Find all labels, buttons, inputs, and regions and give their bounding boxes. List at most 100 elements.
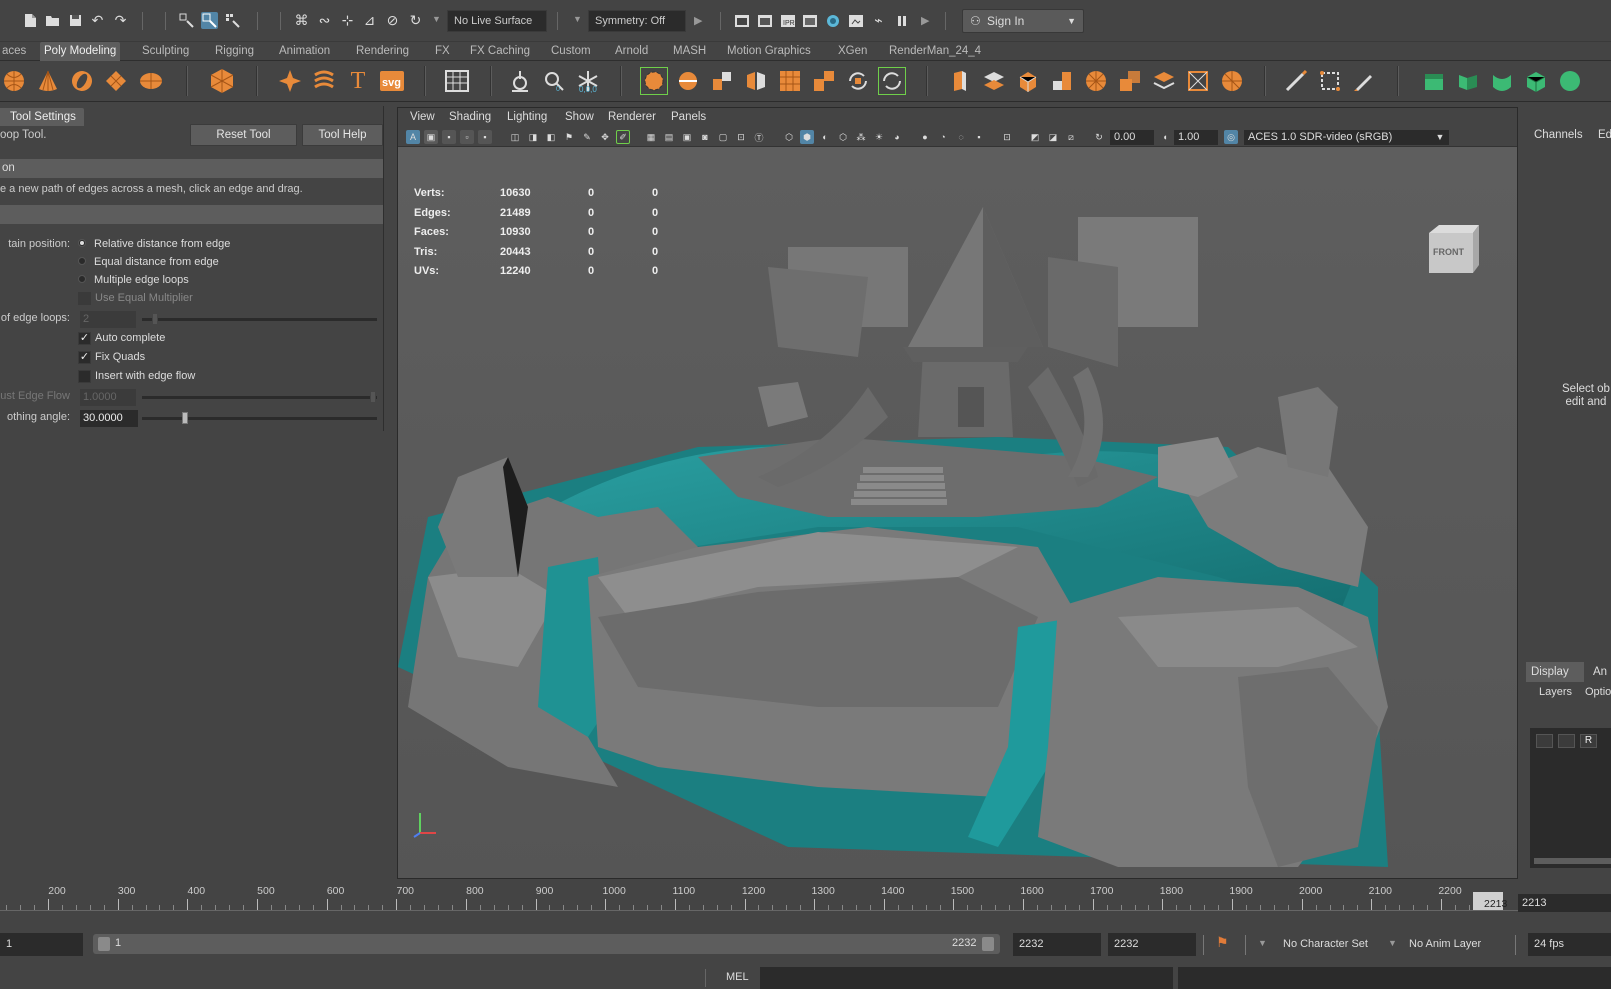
xray-components-icon[interactable]: ⧄ bbox=[1064, 130, 1078, 144]
bookmark-icon[interactable]: ▪ bbox=[442, 130, 456, 144]
sparkle-icon[interactable] bbox=[276, 67, 304, 95]
save-scene-icon[interactable] bbox=[67, 12, 84, 29]
target-weld-icon[interactable] bbox=[1316, 67, 1344, 95]
color-space-dropdown[interactable]: ACES 1.0 SDR-video (sRGB) bbox=[1244, 130, 1449, 145]
shelf-tab-sculpting[interactable]: Sculpting bbox=[138, 42, 193, 61]
poly-torus-icon[interactable] bbox=[68, 67, 96, 95]
end-time-field[interactable]: 2232 bbox=[1108, 933, 1196, 956]
undo-icon[interactable]: ↶ bbox=[89, 12, 106, 29]
poly-plane-icon[interactable] bbox=[102, 67, 130, 95]
edge-loops-field[interactable]: 2 bbox=[80, 311, 136, 328]
wedge-icon[interactable] bbox=[1150, 67, 1178, 95]
reduce-icon[interactable] bbox=[810, 67, 838, 95]
pivot-icon[interactable]: 0 bbox=[540, 67, 568, 95]
ipr-icon[interactable]: IPR bbox=[779, 12, 796, 29]
shelf-tab-fx[interactable]: FX bbox=[431, 42, 454, 61]
tool-help-button[interactable]: Tool Help bbox=[302, 124, 383, 146]
extract-icon[interactable] bbox=[708, 67, 736, 95]
uv-editor-icon[interactable] bbox=[1420, 67, 1448, 95]
snap-view-plane-icon[interactable]: ⊿ bbox=[361, 12, 378, 29]
chevron-right-icon[interactable]: ▶ bbox=[921, 14, 929, 27]
screen-space-ao-icon[interactable]: ● bbox=[918, 130, 932, 144]
mirror-icon[interactable] bbox=[742, 67, 770, 95]
poly-count-icon[interactable] bbox=[443, 67, 471, 95]
image-plane-icon[interactable]: ▫ bbox=[460, 130, 474, 144]
sphere-uv-icon[interactable] bbox=[1556, 67, 1584, 95]
select-camera-icon[interactable]: A bbox=[406, 130, 420, 144]
xray-joints-icon[interactable]: ◪ bbox=[1046, 130, 1060, 144]
adjust-edge-flow-slider[interactable] bbox=[142, 396, 377, 399]
lock-camera-icon[interactable]: ◨ bbox=[526, 130, 540, 144]
gate-mask-icon[interactable]: ◙ bbox=[698, 130, 712, 144]
shelf-tab-rendering[interactable]: Rendering bbox=[352, 42, 413, 61]
description-section-header[interactable]: on bbox=[0, 159, 383, 178]
view-cube[interactable]: FRONT bbox=[1423, 221, 1479, 277]
chevron-down-icon[interactable]: ▼ bbox=[1258, 938, 1267, 948]
render-frame-icon[interactable] bbox=[733, 12, 750, 29]
snap-curve-icon[interactable]: ∾ bbox=[316, 12, 333, 29]
symmetry-field[interactable]: Symmetry: Off bbox=[588, 10, 686, 32]
shelf-tab-arnold[interactable]: Arnold bbox=[611, 42, 652, 61]
grid-icon[interactable]: ▦ bbox=[644, 130, 658, 144]
make-hole-icon[interactable] bbox=[1116, 67, 1144, 95]
snap-point-icon[interactable]: ⊹ bbox=[339, 12, 356, 29]
fps-dropdown[interactable]: 24 fps bbox=[1528, 933, 1611, 956]
separate-icon[interactable] bbox=[674, 67, 702, 95]
chevron-down-icon[interactable]: ▼ bbox=[1388, 938, 1397, 948]
poke-icon[interactable] bbox=[1184, 67, 1212, 95]
open-scene-icon[interactable] bbox=[44, 12, 61, 29]
platonic-solid-icon[interactable] bbox=[208, 67, 236, 95]
planar-uv-icon[interactable] bbox=[1454, 67, 1482, 95]
layer-reference-button[interactable]: R bbox=[1580, 734, 1597, 748]
redo-icon[interactable]: ↷ bbox=[112, 12, 129, 29]
sign-in-button[interactable]: ⚇ Sign In ▼ bbox=[962, 9, 1084, 33]
script-language-toggle[interactable]: MEL bbox=[726, 971, 749, 983]
layer-scrollbar[interactable] bbox=[1534, 858, 1611, 864]
film-gate-icon[interactable]: ◧ bbox=[544, 130, 558, 144]
poly-disk-icon[interactable] bbox=[137, 67, 165, 95]
field-chart-icon[interactable]: ▢ bbox=[716, 130, 730, 144]
adjust-edge-flow-field[interactable]: 1.0000 bbox=[80, 389, 136, 406]
depth-of-field-icon[interactable]: ▪ bbox=[972, 130, 986, 144]
radio-relative-distance[interactable] bbox=[78, 239, 86, 247]
menu-shading[interactable]: Shading bbox=[449, 111, 491, 123]
auto-complete-checkbox[interactable]: ✓ bbox=[78, 332, 91, 345]
shelf-tab-animation[interactable]: Animation bbox=[275, 42, 334, 61]
start-time-field[interactable]: 1 bbox=[0, 933, 83, 956]
menu-renderer[interactable]: Renderer bbox=[608, 111, 656, 123]
retopologize-icon[interactable] bbox=[878, 67, 906, 95]
pencil-icon[interactable]: ✐ bbox=[616, 130, 630, 144]
grease-pencil-icon[interactable]: ✎ bbox=[580, 130, 594, 144]
fill-hole-icon[interactable] bbox=[1082, 67, 1110, 95]
multi-cut-icon[interactable] bbox=[1282, 67, 1310, 95]
exposure-field[interactable]: 0.00 bbox=[1110, 130, 1154, 145]
menu-show[interactable]: Show bbox=[565, 111, 594, 123]
anti-aliasing-icon[interactable]: ◌ bbox=[954, 130, 968, 144]
radio-equal-distance[interactable] bbox=[78, 257, 86, 265]
bevel-icon[interactable] bbox=[1014, 67, 1042, 95]
shadows-icon[interactable]: ◕ bbox=[890, 130, 904, 144]
shelf-tab-poly-modeling[interactable]: Poly Modeling bbox=[40, 42, 121, 61]
freeze-transform-icon[interactable]: 0,0,0 bbox=[574, 67, 602, 95]
extrude-icon[interactable] bbox=[946, 67, 974, 95]
lights-icon[interactable]: ☀ bbox=[872, 130, 886, 144]
live-surface-field[interactable]: No Live Surface bbox=[447, 10, 547, 32]
shelf-tab-rigging[interactable]: Rigging bbox=[211, 42, 258, 61]
tab-display[interactable]: Display bbox=[1526, 662, 1584, 682]
viewport-panel[interactable]: View Shading Lighting Show Renderer Pane… bbox=[397, 107, 1518, 879]
edge-loops-slider[interactable] bbox=[142, 318, 377, 321]
range-slider[interactable]: 1 2232 bbox=[93, 934, 1000, 954]
xray-icon[interactable]: ◩ bbox=[1028, 130, 1042, 144]
render-settings-icon[interactable] bbox=[801, 12, 818, 29]
current-frame-field[interactable]: 2213 bbox=[1518, 894, 1611, 912]
insert-edge-flow-checkbox[interactable] bbox=[78, 370, 91, 383]
anim-end-field[interactable]: 2232 bbox=[1013, 933, 1101, 956]
adjust-edge-flow-slider-thumb[interactable] bbox=[370, 391, 376, 403]
playblast-icon[interactable]: ⌁ bbox=[870, 12, 887, 29]
pause-icon[interactable] bbox=[893, 12, 910, 29]
tab-edit[interactable]: Ed bbox=[1598, 129, 1611, 141]
render-view-icon[interactable] bbox=[847, 12, 864, 29]
hypershade-icon[interactable] bbox=[824, 12, 841, 29]
menu-panels[interactable]: Panels bbox=[671, 111, 706, 123]
use-equal-multiplier-checkbox[interactable] bbox=[78, 292, 91, 305]
